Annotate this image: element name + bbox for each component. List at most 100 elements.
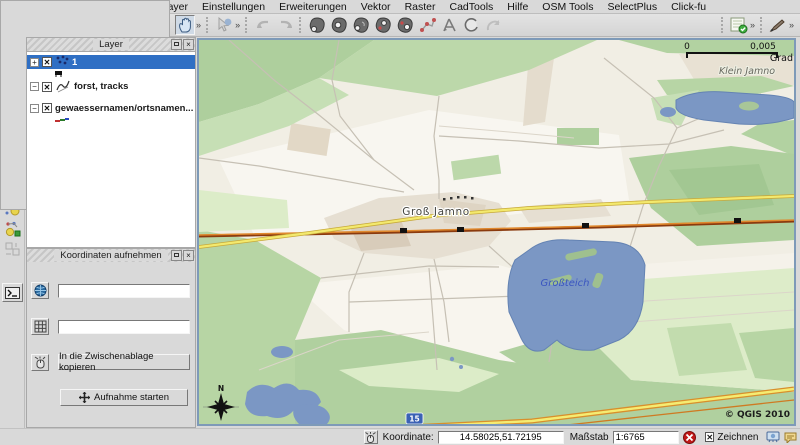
osm-blob-icon bbox=[352, 17, 370, 34]
menu-osm-tools[interactable]: OSM Tools bbox=[535, 1, 600, 13]
curve-button[interactable] bbox=[483, 15, 503, 35]
composer-check-icon bbox=[730, 17, 748, 34]
menu-click-fu[interactable]: Click-fu bbox=[664, 1, 713, 13]
toolbar-grip[interactable] bbox=[299, 17, 303, 33]
osm-blob-icon bbox=[330, 17, 348, 34]
menu-erweiterungen[interactable]: Erweiterungen bbox=[272, 1, 354, 13]
print-composer-button[interactable] bbox=[729, 15, 749, 35]
panel-close-icon[interactable]: × bbox=[183, 250, 194, 261]
scale-label: Maßstab bbox=[570, 432, 609, 443]
toolbar-overflow-icon[interactable]: » bbox=[235, 20, 240, 30]
crs-select-button[interactable] bbox=[31, 282, 49, 299]
coord-panel-titlebar[interactable]: Koordinaten aufnehmen × bbox=[27, 249, 195, 262]
toolbar-grip[interactable] bbox=[206, 17, 210, 33]
cad-grid-icon bbox=[4, 241, 21, 258]
mouse-click-icon bbox=[34, 356, 47, 369]
messages-icon bbox=[784, 431, 797, 443]
measure-angle-button[interactable] bbox=[439, 15, 459, 35]
layer-panel-titlebar[interactable]: Layer × bbox=[27, 38, 195, 51]
toolbar-grip[interactable] bbox=[760, 17, 764, 33]
node-tool-button[interactable] bbox=[417, 15, 437, 35]
coordinate-input[interactable] bbox=[438, 431, 564, 444]
point-symbol-icon bbox=[55, 55, 69, 69]
coord-panel-title: Koordinaten aufnehmen bbox=[54, 250, 167, 261]
panel-float-icon[interactable] bbox=[171, 39, 182, 50]
toolbar-grip[interactable] bbox=[245, 17, 249, 33]
scalebar-end-label: 0,005 bbox=[750, 42, 776, 52]
render-label: Zeichnen bbox=[717, 432, 758, 443]
track-mouse-button[interactable] bbox=[31, 354, 49, 371]
python-console-button[interactable] bbox=[2, 283, 23, 302]
annotation-button[interactable] bbox=[768, 15, 788, 35]
layer-checkbox[interactable]: ✕ bbox=[42, 82, 52, 92]
toolbar-grip[interactable] bbox=[721, 17, 725, 33]
layer-panel-title: Layer bbox=[93, 39, 129, 50]
redo-button[interactable] bbox=[275, 15, 295, 35]
coordinate-label: Koordinate: bbox=[383, 432, 434, 443]
node-tool-icon bbox=[419, 17, 436, 33]
layer-item-gewaessernamen[interactable]: − ✕ gewaessernamen/ortsnamen... bbox=[27, 101, 195, 115]
layer-name: 1 bbox=[72, 57, 77, 68]
north-label: N bbox=[218, 384, 224, 393]
map-canvas[interactable]: 15 Groß Jamno Klein Jamno Großteich 0 0,… bbox=[197, 38, 796, 426]
layer-1-symbology[interactable] bbox=[27, 69, 195, 78]
osm-export-button[interactable] bbox=[395, 15, 415, 35]
layer-name: gewaessernamen/ortsnamen... bbox=[55, 103, 193, 114]
toolbar-overflow-icon[interactable]: » bbox=[789, 20, 794, 30]
expand-icon[interactable]: + bbox=[30, 58, 39, 67]
scalebar-start-label: 0 bbox=[684, 42, 690, 52]
projection-status-button[interactable] bbox=[766, 430, 780, 444]
osm-import-button[interactable] bbox=[373, 15, 393, 35]
osm-blob-icon bbox=[308, 17, 326, 34]
log-messages-button[interactable] bbox=[783, 430, 797, 444]
copy-to-clipboard-button[interactable]: In die Zwischenablage kopieren bbox=[58, 354, 190, 370]
toolbar-overflow-icon[interactable]: » bbox=[750, 20, 755, 30]
collapse-icon[interactable]: − bbox=[30, 104, 39, 113]
layer-item-1[interactable]: + ✕ 1 bbox=[27, 55, 195, 69]
panel-close-icon[interactable]: × bbox=[183, 39, 194, 50]
undo-arrow-icon bbox=[255, 18, 272, 32]
layer-panel: Layer × + ✕ 1 − ✕ forst, tracks − ✕ gewa… bbox=[26, 37, 196, 248]
cadtool-11-button[interactable] bbox=[2, 239, 23, 259]
coordinate-geo-input[interactable] bbox=[58, 320, 190, 334]
circle-arc-button[interactable] bbox=[461, 15, 481, 35]
render-checkbox[interactable]: ✕ bbox=[705, 432, 714, 442]
layer-3-symbology[interactable] bbox=[27, 115, 195, 124]
layer-item-forst-tracks[interactable]: − ✕ forst, tracks bbox=[27, 78, 195, 95]
stop-rendering-button[interactable] bbox=[683, 430, 697, 444]
menu-hilfe[interactable]: Hilfe bbox=[500, 1, 535, 13]
marker-symbol-icon bbox=[54, 70, 63, 77]
toolbar-overflow-icon[interactable]: » bbox=[196, 20, 201, 30]
arc-icon bbox=[463, 17, 480, 33]
pan-map-button[interactable] bbox=[175, 15, 195, 35]
globe-icon bbox=[34, 284, 47, 297]
coordinate-crs-input[interactable] bbox=[58, 284, 190, 298]
hamlet-label: Klein Jamno bbox=[719, 66, 775, 77]
menu-einstellungen[interactable]: Einstellungen bbox=[195, 1, 272, 13]
menu-cadtools[interactable]: CadTools bbox=[443, 1, 501, 13]
osm-upload-button[interactable] bbox=[351, 15, 371, 35]
menu-selectplus[interactable]: SelectPlus bbox=[600, 1, 664, 13]
layer-checkbox[interactable]: ✕ bbox=[42, 57, 52, 67]
stop-render-icon bbox=[683, 431, 696, 444]
cadtool-10-button[interactable] bbox=[2, 219, 23, 239]
terminal-icon bbox=[5, 287, 20, 299]
osm-load-button[interactable] bbox=[307, 15, 327, 35]
layer-checkbox[interactable]: ✕ bbox=[42, 103, 52, 113]
panel-float-icon[interactable] bbox=[171, 250, 182, 261]
grid-icon bbox=[34, 320, 47, 333]
scale-input[interactable] bbox=[613, 431, 679, 444]
osm-download-button[interactable] bbox=[329, 15, 349, 35]
lake-label: Großteich bbox=[541, 278, 590, 289]
start-capture-button[interactable]: Aufnahme starten bbox=[60, 389, 188, 406]
angle-icon bbox=[441, 17, 458, 33]
identify-button[interactable] bbox=[214, 15, 234, 35]
map-render: 15 Groß Jamno Klein Jamno Großteich 0 0,… bbox=[199, 40, 794, 424]
coordinate-capture-toggle-button[interactable] bbox=[364, 430, 378, 444]
geographic-coords-button[interactable] bbox=[31, 318, 49, 335]
undo-button[interactable] bbox=[253, 15, 273, 35]
menu-raster[interactable]: Raster bbox=[398, 1, 443, 13]
menu-vektor[interactable]: Vektor bbox=[354, 1, 398, 13]
hand-icon bbox=[178, 17, 193, 33]
collapse-icon[interactable]: − bbox=[30, 82, 39, 91]
